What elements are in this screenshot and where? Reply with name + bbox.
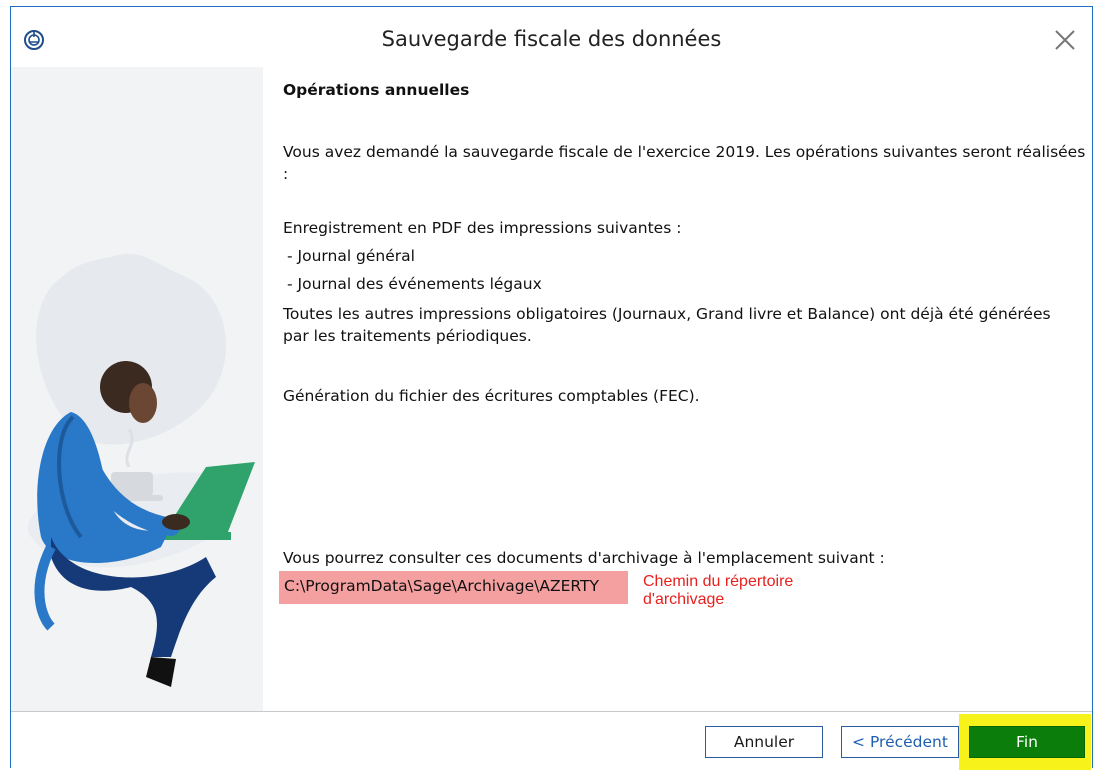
button-bar: Annuler < Précédent Fin <box>11 711 1092 770</box>
cancel-button[interactable]: Annuler <box>705 726 823 758</box>
annotation-line-2: d'archivage <box>643 591 725 608</box>
title-bar: Sauvegarde fiscale des données <box>11 7 1092 65</box>
intro-line-2: : <box>283 165 289 183</box>
pdf-intro: Enregistrement en PDF des impressions su… <box>283 219 682 237</box>
archive-intro: Vous pourrez consulter ces documents d'a… <box>283 549 885 567</box>
other-prints-line-1: Toutes les autres impressions obligatoir… <box>283 305 1051 323</box>
archive-path-annotation: Chemin du répertoire d'archivage <box>643 573 793 609</box>
archive-path: C:\ProgramData\Sage\Archivage\AZERTY <box>284 577 599 595</box>
other-prints-line-2: par les traitements périodiques. <box>283 327 532 345</box>
pdf-item-journal-general: - Journal général <box>287 247 415 265</box>
pdf-item-journal-events: - Journal des événements légaux <box>287 275 542 293</box>
intro-line-1: Vous avez demandé la sauvegarde fiscale … <box>283 143 1086 161</box>
window-title: Sauvegarde fiscale des données <box>381 27 722 51</box>
fec-generation: Génération du fichier des écritures comp… <box>283 387 700 405</box>
finish-button[interactable]: Fin <box>969 726 1085 758</box>
dialog-window: Sauvegarde fiscale des données Opération… <box>10 6 1093 770</box>
illustration-panel <box>11 67 263 711</box>
person-laptop-illustration <box>27 253 255 687</box>
archive-path-highlight: C:\ProgramData\Sage\Archivage\AZERTY <box>279 571 628 604</box>
previous-button[interactable]: < Précédent <box>841 726 959 758</box>
annotation-line-1: Chemin du répertoire <box>643 573 794 590</box>
close-icon[interactable] <box>1050 25 1080 55</box>
section-heading: Opérations annuelles <box>283 81 470 99</box>
